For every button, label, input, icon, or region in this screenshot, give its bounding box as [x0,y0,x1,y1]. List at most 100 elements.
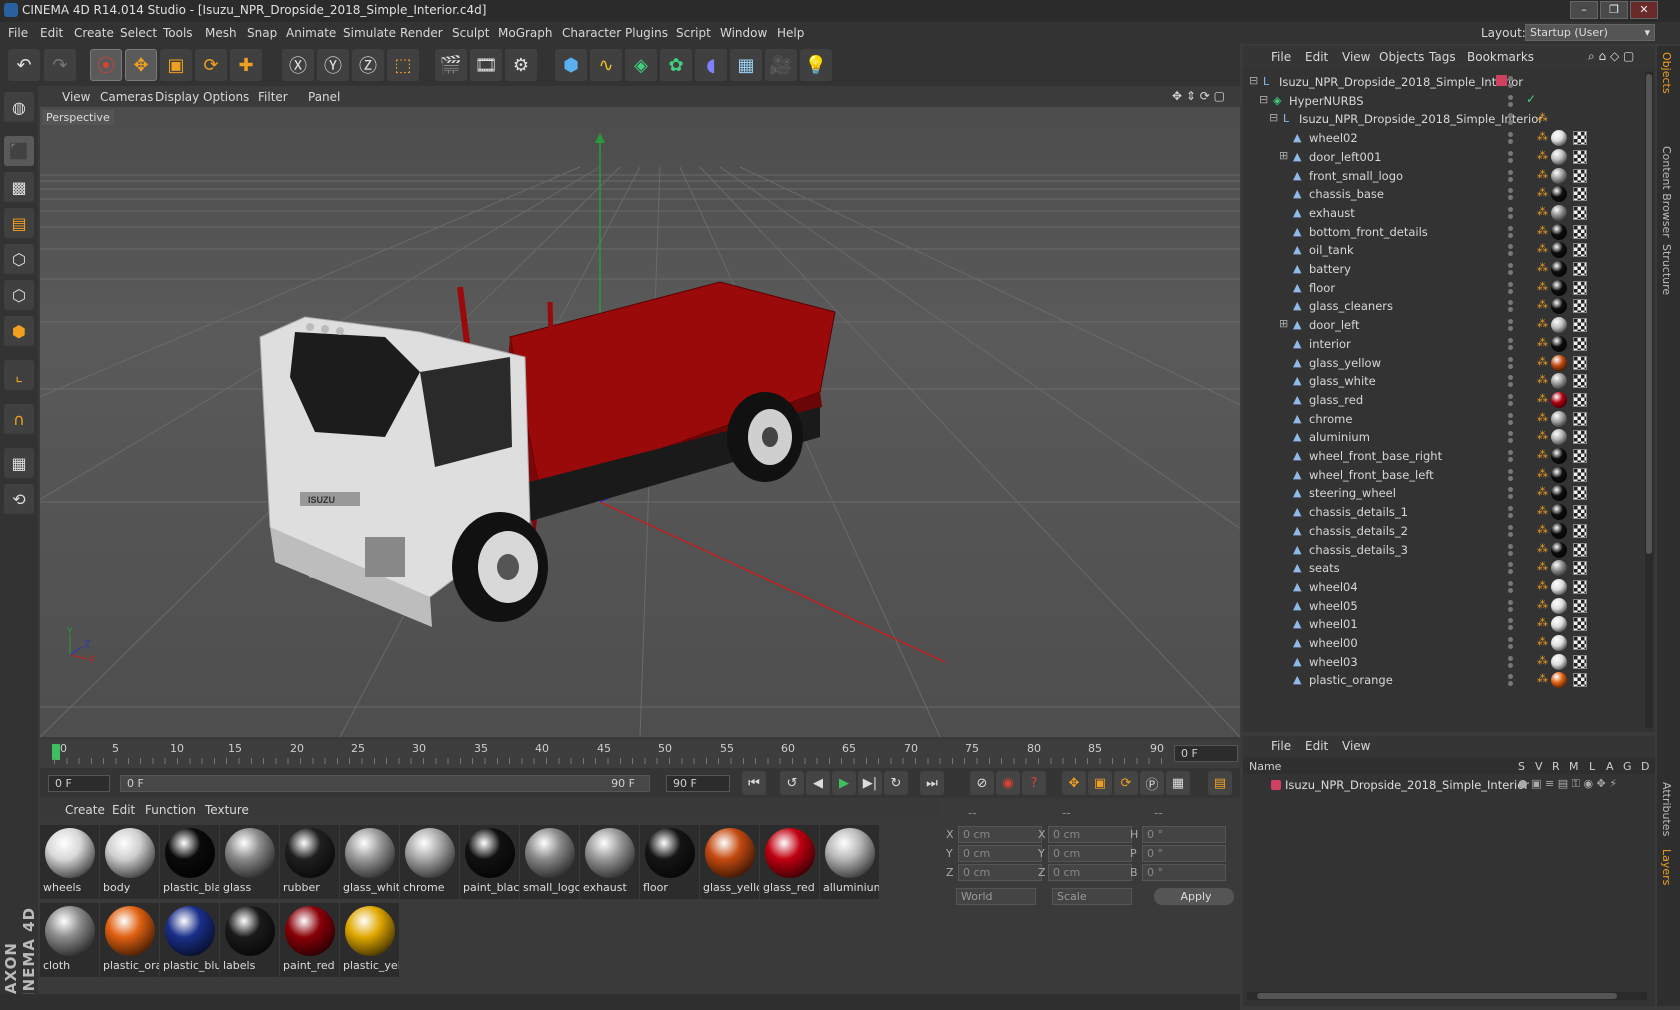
menu-animate[interactable]: Animate [286,26,336,40]
phong-tag-icon[interactable]: ⁂ [1537,448,1548,461]
vp-menu-filter[interactable]: Filter [258,90,288,104]
object-name[interactable]: seats [1309,561,1340,575]
editor-visibility-dot[interactable] [1508,562,1513,568]
object-row[interactable]: ▲ glass_white ⁂ [1243,371,1643,391]
render-visibility-dot[interactable] [1508,531,1513,537]
rotate-icon[interactable]: ⟳ [195,49,227,81]
phong-tag-icon[interactable]: ⁂ [1537,149,1548,162]
next-frame-icon[interactable]: ▶| [858,771,882,795]
tab-structure[interactable]: Structure [1660,244,1673,295]
object-row[interactable]: ▲ wheel_front_base_left ⁂ [1243,465,1643,485]
render-visibility-dot[interactable] [1508,494,1513,500]
mat-menu-function[interactable]: Function [145,803,196,817]
vp-menu-panel[interactable]: Panel [308,90,340,104]
render-visibility-dot[interactable] [1508,176,1513,182]
phong-tag-icon[interactable]: ⁂ [1537,168,1548,181]
timeline-ruler[interactable]: 0 5 10 15 20 25 30 35 40 45 50 55 60 65 … [40,740,1240,768]
render-visibility-dot[interactable] [1508,213,1513,219]
object-name[interactable]: front_small_logo [1309,169,1403,183]
render-visibility-dot[interactable] [1508,139,1513,145]
material-tag-icon[interactable] [1551,223,1567,240]
editor-visibility-dot[interactable] [1508,506,1513,512]
editor-visibility-dot[interactable] [1508,337,1513,343]
object-row[interactable]: ▲ seats ⁂ [1243,558,1643,578]
material-swatch[interactable]: glass [220,825,279,899]
render-visibility-dot[interactable] [1508,326,1513,332]
render-visibility-dot[interactable] [1508,644,1513,649]
phong-tag-icon[interactable]: ⁂ [1537,186,1548,199]
phong-tag-icon[interactable]: ⁂ [1537,298,1548,311]
material-tag-icon[interactable] [1551,317,1567,334]
object-row[interactable]: ▲ wheel00 ⁂ [1243,633,1643,653]
obj-search-icon[interactable]: ⌕ ⌂ ◇ ▢ [1588,49,1634,64]
phong-tag-icon[interactable]: ⁂ [1537,411,1548,424]
menu-tools[interactable]: Tools [163,26,193,40]
object-name[interactable]: aluminium [1309,430,1370,444]
editor-visibility-dot[interactable] [1508,150,1513,156]
obj-menu-edit[interactable]: Edit [1305,50,1328,64]
object-row[interactable]: ▲ wheel02 ⁂ [1243,128,1643,148]
object-name[interactable]: chrome [1309,412,1352,426]
lock-workplane-icon[interactable]: ⟲ [4,484,34,514]
editor-visibility-dot[interactable] [1508,618,1513,624]
x-axis-icon[interactable]: Ⓧ [282,49,314,81]
coord-rotation-field[interactable]: 0 ° [1142,864,1226,881]
phong-tag-icon[interactable]: ⁂ [1537,429,1548,442]
object-name[interactable]: wheel00 [1309,636,1358,650]
render-visibility-dot[interactable] [1508,288,1513,294]
editor-visibility-dot[interactable] [1508,393,1513,399]
material-tag-icon[interactable] [1551,148,1567,165]
mat-menu-create[interactable]: Create [65,803,105,817]
object-row[interactable]: ▲ exhaust ⁂ [1243,203,1643,223]
go-to-end-icon[interactable]: ⏭ [920,771,944,795]
uvw-tag-icon[interactable] [1573,579,1587,594]
phong-tag-icon[interactable]: ⁂ [1537,392,1548,405]
material-swatch[interactable]: cloth [40,903,99,977]
move-icon[interactable]: ✥ [125,49,157,81]
material-tag-icon[interactable] [1551,635,1567,651]
play-icon[interactable]: ▶ [832,771,856,795]
layer-flag-icons[interactable]: ● ▣ ≡ ▤ ⚿ ◉ ✥ ⚡ [1518,777,1617,791]
object-row[interactable]: ▲ steering_wheel ⁂ [1243,483,1643,503]
object-name[interactable]: battery [1309,262,1351,276]
object-row[interactable]: ▲ bottom_front_details ⁂ [1243,222,1643,242]
collapse-icon[interactable]: ⊟ [1259,93,1268,106]
render-visibility-dot[interactable] [1508,83,1513,88]
current-frame-field[interactable]: 0 F [1174,745,1238,762]
material-tag-icon[interactable] [1551,261,1567,277]
menu-help[interactable]: Help [777,26,804,40]
object-name[interactable]: Isuzu_NPR_Dropside_2018_Simple_Interior [1299,112,1543,126]
uvw-tag-icon[interactable] [1573,262,1587,276]
vp-menu-cameras[interactable]: Cameras [100,90,153,104]
editor-visibility-dot[interactable] [1508,580,1513,586]
material-swatch[interactable]: wheels [40,825,99,899]
material-tag-icon[interactable] [1551,373,1567,390]
record-icon[interactable]: ◉ [996,771,1020,795]
material-tag-icon[interactable] [1551,354,1567,371]
expand-icon[interactable]: ⊞ [1279,317,1288,330]
coord-position-field[interactable]: 0 cm [958,845,1042,862]
render-settings-icon[interactable]: ⚙ [505,49,537,81]
minimize-button[interactable]: – [1570,1,1598,19]
render-visibility-dot[interactable] [1508,232,1513,238]
uvw-tag-icon[interactable] [1573,505,1587,520]
y-axis-icon[interactable]: Ⓨ [317,49,349,81]
perspective-viewport[interactable]: ISUZU Y X Z [40,107,1240,737]
coord-position-field[interactable]: 0 cm [958,864,1042,881]
object-name[interactable]: Isuzu_NPR_Dropside_2018_Simple_Interior [1279,75,1523,89]
layer-color-swatch[interactable] [1271,780,1281,790]
tweak-icon[interactable]: ∩ [4,404,34,434]
object-row[interactable]: ▲ chassis_details_1 ⁂ [1243,502,1643,522]
axis-mode-icon[interactable]: ⌞ [4,360,34,390]
render-visibility-dot[interactable] [1508,270,1513,275]
uvw-tag-icon[interactable] [1573,636,1587,650]
render-pic-icon[interactable]: 🎞 [470,49,502,81]
material-tag-icon[interactable] [1551,298,1567,315]
render-visibility-dot[interactable] [1508,419,1513,425]
editor-visibility-dot[interactable] [1508,169,1513,175]
material-tag-icon[interactable] [1551,242,1567,259]
uvw-tag-icon[interactable] [1573,336,1587,351]
material-tag-icon[interactable] [1551,522,1567,539]
phong-tag-icon[interactable]: ⁂ [1537,616,1548,629]
material-tag-icon[interactable] [1551,204,1567,221]
